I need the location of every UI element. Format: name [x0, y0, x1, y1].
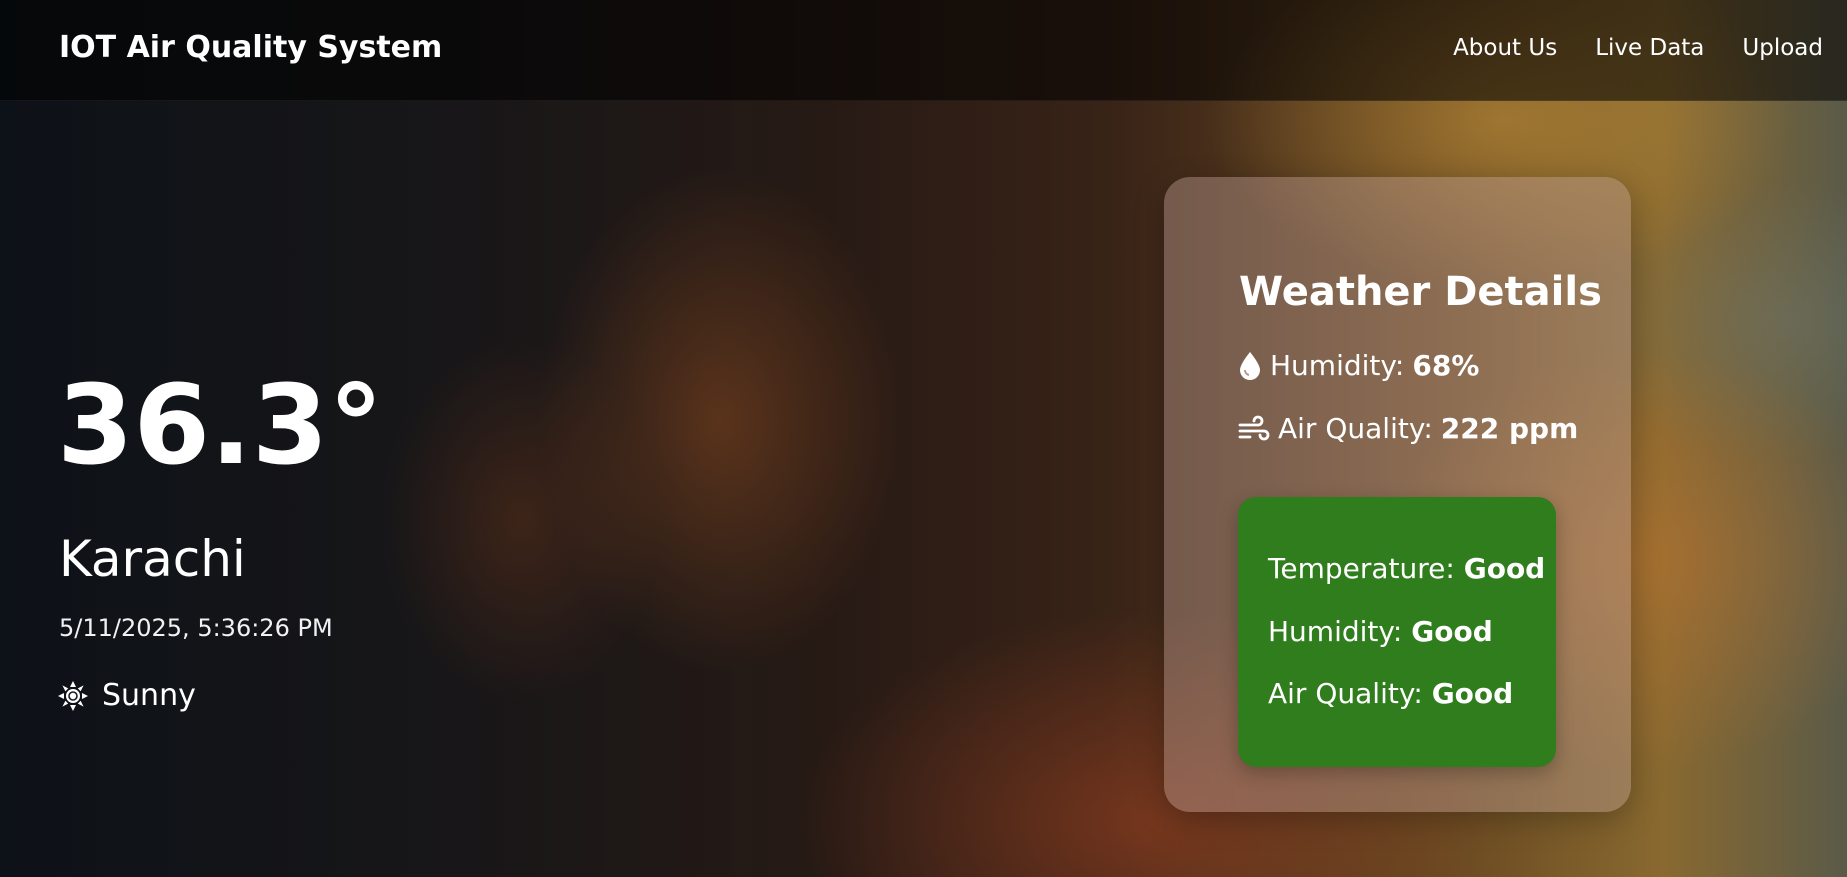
status-label: Humidity:	[1268, 615, 1403, 648]
air-quality-value: 222 ppm	[1440, 412, 1579, 445]
status-label: Temperature:	[1268, 552, 1455, 585]
weather-condition-label: Sunny	[102, 678, 196, 713]
humidity-value: 68%	[1412, 349, 1480, 382]
status-label: Air Quality:	[1268, 677, 1423, 710]
page: IOT Air Quality System About Us Live Dat…	[0, 0, 1847, 877]
status-value: Good	[1411, 615, 1493, 648]
status-row-temperature: Temperature: Good	[1268, 552, 1545, 585]
card-title: Weather Details	[1239, 269, 1602, 315]
weather-condition: Sunny	[58, 678, 196, 713]
status-summary-box: Temperature: Good Humidity: Good Air Qua…	[1238, 497, 1556, 767]
air-quality-label: Air Quality:	[1278, 412, 1433, 445]
wind-icon	[1238, 414, 1270, 444]
humidity-label: Humidity:	[1270, 349, 1405, 382]
status-value: Good	[1463, 552, 1546, 585]
air-quality-row: Air Quality: 222 ppm	[1238, 412, 1578, 445]
droplet-icon	[1238, 351, 1262, 381]
status-row-humidity: Humidity: Good	[1268, 615, 1493, 648]
weather-details-card: Weather Details Humidity: 68% Air Qualit…	[1164, 177, 1631, 812]
humidity-row: Humidity: 68%	[1238, 349, 1479, 382]
sun-icon	[58, 680, 88, 711]
current-temperature: 36.3°	[57, 361, 384, 489]
nav-link-upload[interactable]: Upload	[1742, 35, 1823, 61]
nav-link-about-us[interactable]: About Us	[1453, 35, 1557, 61]
nav-links: About Us Live Data Upload	[1453, 35, 1823, 61]
status-value: Good	[1431, 677, 1514, 710]
brand-logo-text[interactable]: IOT Air Quality System	[59, 30, 442, 65]
navbar: IOT Air Quality System About Us Live Dat…	[0, 0, 1847, 101]
nav-link-live-data[interactable]: Live Data	[1595, 35, 1704, 61]
city-name: Karachi	[59, 530, 246, 588]
current-datetime: 5/11/2025, 5:36:26 PM	[59, 614, 333, 642]
status-row-air-quality: Air Quality: Good	[1268, 677, 1513, 710]
